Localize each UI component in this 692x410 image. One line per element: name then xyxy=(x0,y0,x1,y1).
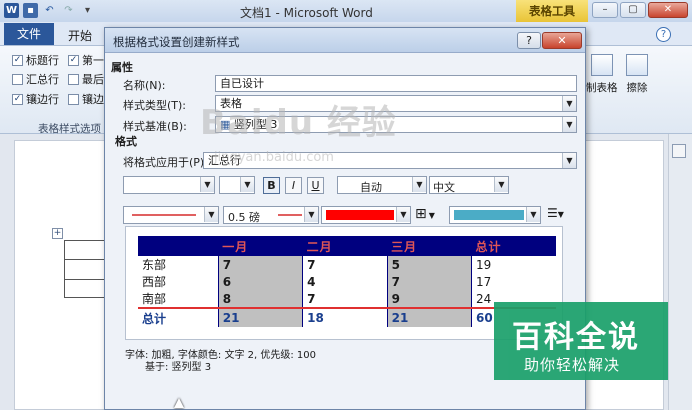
dialog-title: 根据格式设置创建新样式 xyxy=(113,35,240,49)
vertical-scrollbar[interactable] xyxy=(668,134,692,410)
name-label: 名称(N): xyxy=(123,79,166,92)
chevron-down-icon[interactable]: ▼ xyxy=(240,177,254,192)
style-based-label: 样式基准(B): xyxy=(123,120,187,133)
eraser-icon xyxy=(626,54,648,76)
draw-table-button[interactable]: 制表格 xyxy=(586,54,618,95)
preview-header-row: 一月 二月 三月 总计 xyxy=(138,236,556,256)
dialog-help-button[interactable]: ? xyxy=(517,32,541,49)
chevron-down-icon[interactable]: ▼ xyxy=(562,153,576,168)
banded-columns-checkbox[interactable]: 镶边 xyxy=(68,91,104,107)
font-color-select[interactable]: 自动 ▼ xyxy=(337,176,427,194)
line-weight-select[interactable]: 0.5 磅 ▼ xyxy=(223,206,319,224)
format-header: 格式 xyxy=(115,135,137,148)
eraser-button[interactable]: 擦除 xyxy=(626,54,648,95)
checkbox-box[interactable] xyxy=(12,73,23,85)
maximize-button[interactable]: ▢ xyxy=(620,2,646,18)
chevron-down-icon[interactable]: ▼ xyxy=(204,207,218,222)
properties-header: 属性 xyxy=(111,61,133,74)
language-select[interactable]: 中文 ▼ xyxy=(429,176,509,194)
line-style-select[interactable]: ▼ xyxy=(123,206,219,224)
align-cells-icon: ☰ xyxy=(547,206,558,220)
italic-button[interactable]: I xyxy=(285,177,302,194)
font-size-select[interactable]: ▼ xyxy=(219,176,255,194)
style-description: 字体: 加粗, 字体颜色: 文字 2, 优先级: 100 基于: 竖列型 3 xyxy=(125,350,316,373)
chevron-down-icon[interactable]: ▼ xyxy=(200,177,214,192)
chevron-down-icon[interactable]: ▼ xyxy=(304,207,318,222)
checkbox-box[interactable]: ✓ xyxy=(68,54,79,66)
customize-qat-icon[interactable]: ▾ xyxy=(80,3,95,18)
checkbox-box[interactable]: ✓ xyxy=(12,54,23,66)
style-type-label: 样式类型(T): xyxy=(123,99,187,112)
border-color-select[interactable]: ▼ xyxy=(321,206,411,224)
bold-button[interactable]: B xyxy=(263,177,280,194)
baike-badge: 百科全说 助你轻松解决 xyxy=(494,302,668,380)
shading-color-swatch xyxy=(454,210,524,220)
close-button[interactable]: ✕ xyxy=(648,2,688,18)
dialog-close-button[interactable]: ✕ xyxy=(542,32,582,49)
window-title: 文档1 - Microsoft Word xyxy=(240,6,373,20)
preview-header-cell: 三月 xyxy=(387,236,472,256)
chevron-down-icon[interactable]: ▼ xyxy=(562,117,576,132)
font-name-select[interactable]: ▼ xyxy=(123,176,215,194)
undo-icon[interactable]: ↶ xyxy=(42,3,57,18)
preview-header-cell xyxy=(138,236,219,256)
mouse-cursor-icon xyxy=(174,398,184,408)
chevron-down-icon[interactable]: ▼ xyxy=(526,207,540,222)
alignment-button[interactable]: ☰▼ xyxy=(547,206,577,224)
draw-table-icon xyxy=(590,54,613,76)
dialog-title-bar: 根据格式设置创建新样式 xyxy=(105,28,585,53)
chevron-down-icon[interactable]: ▼ xyxy=(429,211,435,220)
preview-header-cell: 总计 xyxy=(471,236,556,256)
chevron-down-icon[interactable]: ▼ xyxy=(412,177,426,192)
borders-button[interactable]: ⊞ ▼ xyxy=(415,206,449,224)
baidu-watermark-url: jingyan.baidu.com xyxy=(214,150,334,165)
chevron-down-icon[interactable]: ▼ xyxy=(396,207,410,222)
table-move-handle-icon[interactable]: + xyxy=(52,228,63,239)
last-column-checkbox[interactable]: 最后 xyxy=(68,71,104,87)
line-style-swatch xyxy=(132,214,196,216)
borders-grid-icon: ⊞ xyxy=(415,206,427,222)
shading-color-select[interactable]: ▼ xyxy=(449,206,541,224)
total-row-checkbox[interactable]: 汇总行 xyxy=(12,71,59,87)
chevron-down-icon[interactable]: ▼ xyxy=(562,96,576,111)
chevron-down-icon[interactable]: ▼ xyxy=(494,177,508,192)
table-row: 东部 7 7 5 19 xyxy=(138,256,556,273)
apply-to-label: 将格式应用于(P): xyxy=(123,156,208,169)
window-controls: – ▢ ✕ xyxy=(592,2,688,18)
underline-button[interactable]: U xyxy=(307,177,324,194)
save-icon[interactable]: ▪ xyxy=(23,3,38,18)
border-color-swatch xyxy=(326,210,394,220)
preview-header-cell: 二月 xyxy=(302,236,388,256)
redo-icon[interactable]: ↷ xyxy=(61,3,76,18)
checkbox-box[interactable] xyxy=(68,73,79,85)
preview-header-cell: 一月 xyxy=(218,236,303,256)
table-row: 西部 6 4 7 17 xyxy=(138,273,556,290)
minimize-button[interactable]: – xyxy=(592,2,618,18)
checkbox-box[interactable]: ✓ xyxy=(12,93,23,105)
tab-file[interactable]: 文件 xyxy=(4,23,54,45)
ruler-toggle-icon[interactable] xyxy=(672,144,686,158)
header-row-checkbox[interactable]: ✓ 标题行 xyxy=(12,52,59,68)
chevron-down-icon[interactable]: ▼ xyxy=(558,210,564,219)
first-column-checkbox[interactable]: ✓ 第一 xyxy=(68,52,104,68)
name-field[interactable]: 自已设计 xyxy=(215,75,577,92)
word-logo-icon[interactable]: W xyxy=(4,3,19,18)
tab-home[interactable]: 开始 xyxy=(68,27,92,44)
line-weight-swatch xyxy=(278,214,302,216)
baidu-watermark: Baidu 经验 xyxy=(200,103,397,143)
checkbox-box[interactable] xyxy=(68,93,79,105)
banded-rows-checkbox[interactable]: ✓ 镶边行 xyxy=(12,91,59,107)
help-icon[interactable]: ? xyxy=(656,27,671,42)
document-table[interactable] xyxy=(64,240,107,298)
quick-access-toolbar: W ▪ ↶ ↷ ▾ xyxy=(4,3,95,18)
table-tools-context-tab[interactable]: 表格工具 xyxy=(516,0,588,22)
